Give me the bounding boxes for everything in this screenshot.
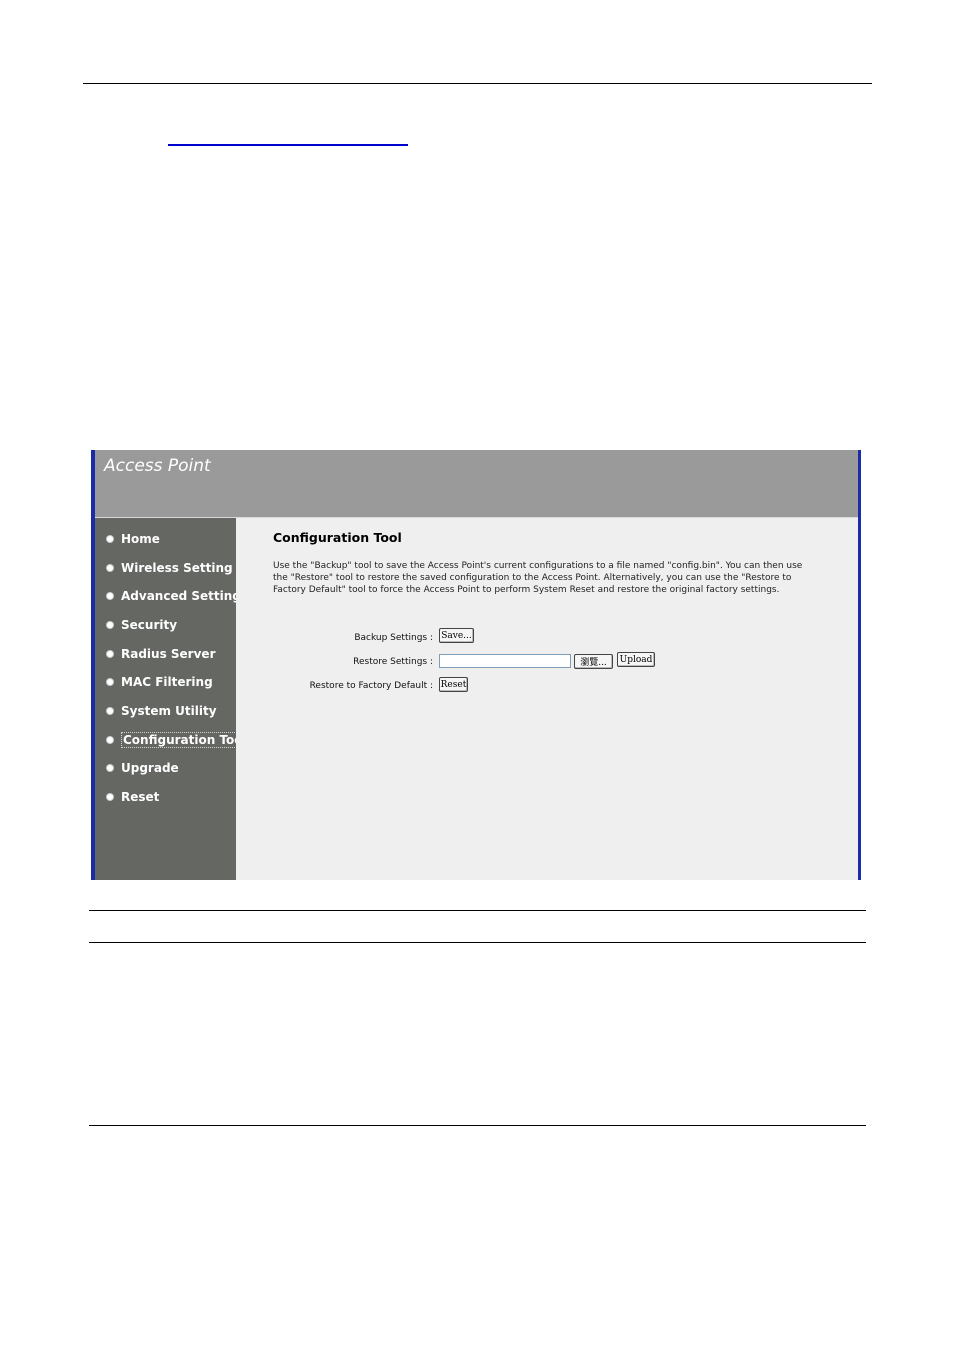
sidebar-item-label: Reset	[121, 790, 160, 804]
bullet-icon	[107, 651, 113, 657]
factory-default-label: Restore to Factory Default :	[309, 681, 433, 691]
sidebar-item-label: Home	[121, 532, 160, 546]
main-content: Configuration Tool Use the "Backup" tool…	[236, 518, 858, 880]
sidebar: Home Wireless Setting Advanced Setting S…	[95, 518, 249, 880]
sidebar-item-configuration-tool[interactable]: Configuration Tool	[107, 731, 249, 749]
sidebar-item-label: Advanced Setting	[121, 589, 241, 603]
sidebar-item-label: Wireless Setting	[121, 561, 233, 575]
page-description: Use the "Backup" tool to save the Access…	[273, 561, 803, 595]
sidebar-item-reset[interactable]: Reset	[107, 788, 159, 806]
save-button[interactable]: Save...	[439, 628, 474, 643]
bullet-icon	[107, 622, 113, 628]
divider-rule	[89, 942, 866, 943]
bullet-icon	[107, 593, 113, 599]
bullet-icon	[107, 679, 113, 685]
bullet-icon	[107, 765, 113, 771]
sidebar-item-wireless-setting[interactable]: Wireless Setting	[107, 559, 233, 577]
sidebar-item-label: Radius Server	[121, 647, 216, 661]
reset-button[interactable]: Reset	[439, 677, 468, 692]
document-link-underline[interactable]	[168, 144, 408, 146]
sidebar-item-advanced-setting[interactable]: Advanced Setting	[107, 587, 241, 605]
sidebar-item-label: System Utility	[121, 704, 217, 718]
sidebar-item-home[interactable]: Home	[107, 530, 160, 548]
sidebar-item-system-utility[interactable]: System Utility	[107, 702, 217, 720]
bullet-icon	[107, 565, 113, 571]
sidebar-item-label: Upgrade	[121, 761, 179, 775]
sidebar-item-label: MAC Filtering	[121, 675, 213, 689]
sidebar-item-label: Configuration Tool	[121, 732, 249, 748]
sidebar-item-radius-server[interactable]: Radius Server	[107, 645, 215, 663]
browse-button[interactable]: 瀏覽...	[574, 654, 613, 669]
app-title: Access Point	[104, 456, 211, 476]
restore-file-input[interactable]	[439, 654, 571, 668]
upload-button[interactable]: Upload	[617, 652, 655, 667]
bullet-icon	[107, 708, 113, 714]
sidebar-item-mac-filtering[interactable]: MAC Filtering	[107, 673, 213, 691]
restore-settings-label: Restore Settings :	[353, 657, 433, 667]
page-title: Configuration Tool	[273, 530, 402, 545]
backup-settings-label: Backup Settings :	[354, 633, 433, 643]
sidebar-item-upgrade[interactable]: Upgrade	[107, 759, 179, 777]
bullet-icon	[107, 794, 113, 800]
header-banner: Access Point	[95, 450, 858, 518]
bullet-icon	[107, 737, 113, 743]
top-rule	[83, 83, 872, 84]
access-point-window: Access Point Home Wireless Setting Advan…	[91, 450, 861, 880]
sidebar-item-label: Security	[121, 618, 178, 632]
divider-rule	[89, 910, 866, 911]
bullet-icon	[107, 536, 113, 542]
divider-rule	[89, 1125, 866, 1126]
sidebar-item-security[interactable]: Security	[107, 616, 177, 634]
